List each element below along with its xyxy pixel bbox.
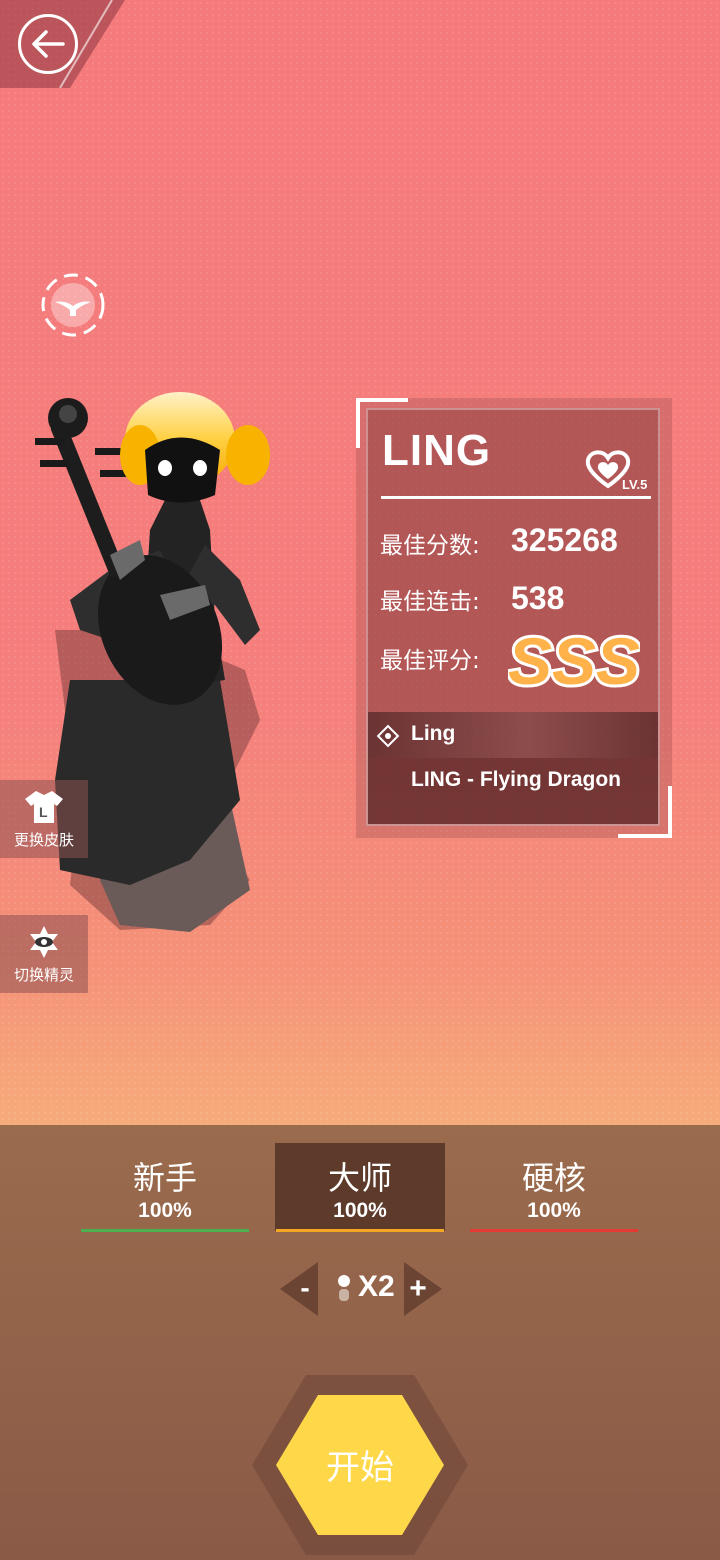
character-name: LING: [382, 426, 492, 475]
difficulty-percent: 100%: [138, 1199, 192, 1222]
svg-text:L: L: [39, 804, 48, 820]
difficulty-hardcore-tab[interactable]: 硬核 100%: [469, 1143, 639, 1231]
switch-sprite-button[interactable]: 切换精灵: [0, 915, 88, 993]
shirt-icon: L: [25, 790, 63, 823]
best-combo-value: 538: [511, 580, 565, 616]
difficulty-master-tab[interactable]: 大师 100%: [275, 1143, 445, 1231]
back-button[interactable]: [18, 14, 78, 74]
master-underline: [276, 1229, 444, 1232]
difficulty-name: 硬核: [521, 1159, 586, 1197]
difficulty-name: 大师: [327, 1159, 392, 1197]
title-divider: [381, 496, 651, 499]
difficulty-name: 新手: [132, 1159, 197, 1197]
note-speed-icon: [338, 1275, 350, 1301]
best-combo-label: 最佳连击:: [380, 589, 480, 615]
best-score-label: 最佳分数:: [380, 533, 480, 559]
change-skin-button[interactable]: L 更换皮肤: [0, 780, 88, 858]
back-arrow-icon: [32, 30, 65, 58]
speed-decrease-button[interactable]: -: [280, 1262, 318, 1316]
level-label: LV.5: [622, 477, 648, 492]
bird-icon[interactable]: [40, 272, 106, 338]
hardcore-underline: [470, 1229, 638, 1232]
eye-icon: [30, 925, 58, 958]
minus-icon: -: [300, 1272, 309, 1303]
start-label: 开始: [326, 1448, 394, 1488]
speed-value: X2: [358, 1270, 395, 1303]
switch-sprite-label: 切换精灵: [13, 965, 74, 984]
difficulty-percent: 100%: [527, 1199, 581, 1222]
grade-badge: SSS: [508, 621, 640, 700]
diamond-icon: [376, 724, 400, 748]
speed-increase-button[interactable]: +: [404, 1262, 442, 1316]
game-screen: L 更换皮肤 切换精灵 LING LV.5 最佳分数: 325268 最佳连击:…: [0, 0, 720, 1560]
song-title: LING - Flying Dragon: [411, 768, 621, 791]
composer-name: Ling: [411, 722, 456, 745]
best-grade-label: 最佳评分:: [380, 648, 480, 674]
difficulty-novice-tab[interactable]: 新手 100%: [80, 1143, 250, 1231]
change-skin-label: 更换皮肤: [13, 830, 74, 849]
novice-underline: [81, 1229, 249, 1232]
best-score-value: 325268: [511, 522, 618, 558]
best-grade-value: SSS: [508, 624, 640, 698]
difficulty-percent: 100%: [333, 1199, 387, 1222]
plus-icon: +: [409, 1272, 427, 1305]
